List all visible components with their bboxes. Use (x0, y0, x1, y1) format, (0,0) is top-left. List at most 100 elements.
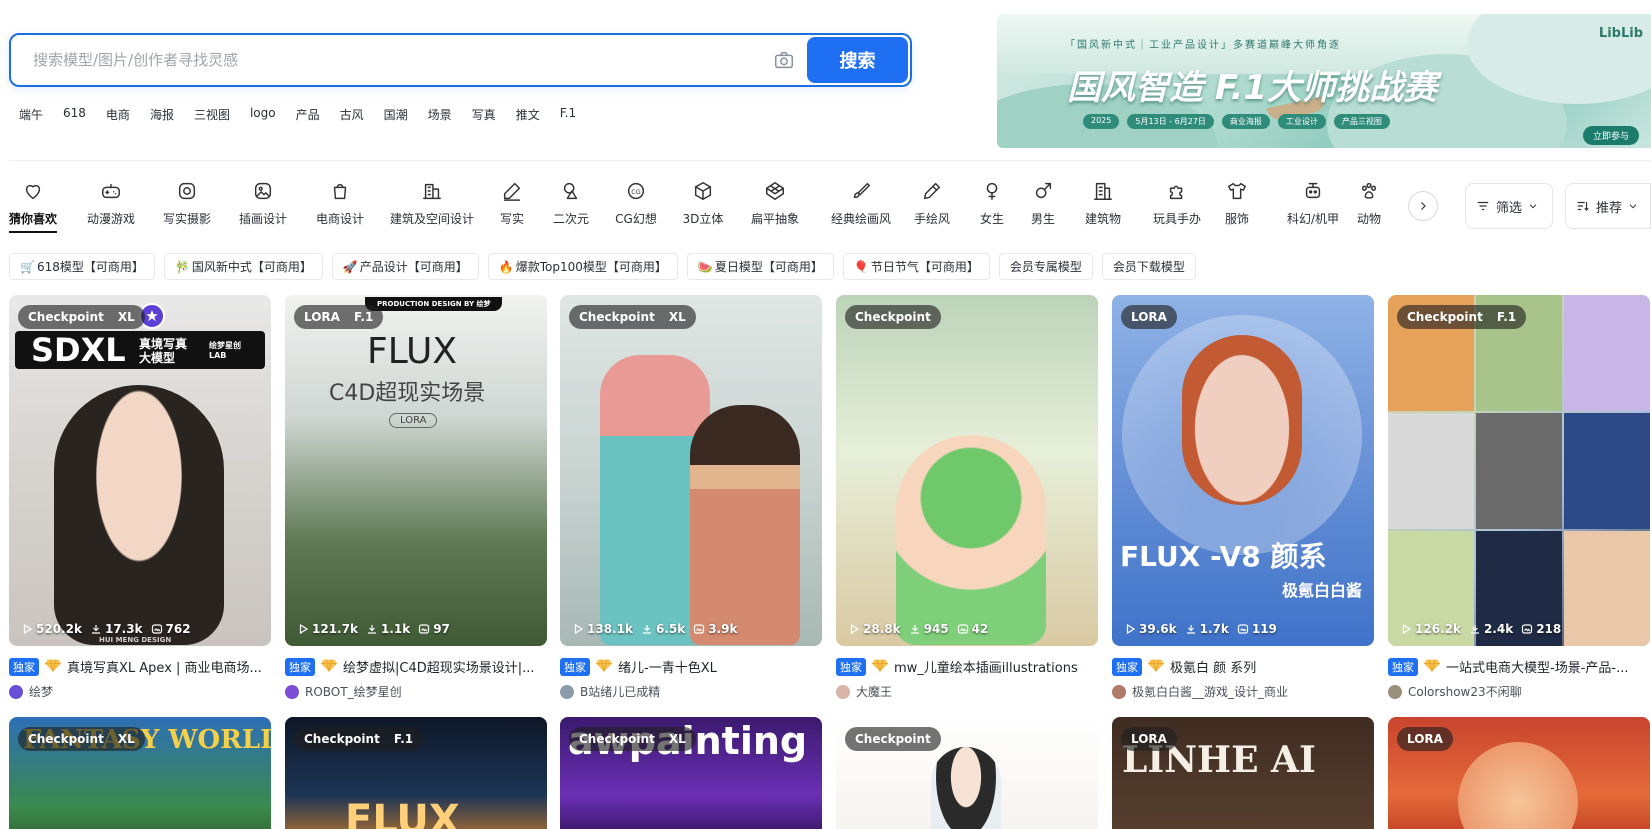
promo-banner[interactable]: 「国风新中式｜工业产品设计」多赛道巅峰大师角逐 国风智造 F.1大师挑战赛 20… (997, 14, 1651, 148)
category-tab[interactable]: 手绘风 (913, 176, 951, 227)
avatar (1388, 684, 1402, 699)
cover-title: FLUX -V8 颜系 (1120, 540, 1327, 573)
quick-tag[interactable]: 🛒 618模型【可商用】 (9, 253, 155, 280)
sort-button[interactable]: 推荐 (1565, 183, 1651, 229)
category-tab[interactable]: 男生 (1030, 176, 1056, 227)
model-card[interactable]: Checkpoint XL 138.1k 6.5k 3.9k 独家 绪儿-一青十色XL B站绪… (560, 295, 822, 700)
category-tab[interactable]: 插画设计 (236, 176, 290, 227)
model-cover-image[interactable]: PRODUCTION DESIGN BY 绘梦 FLUX C4D超现实场景 LORA L… (285, 295, 547, 646)
model-card[interactable]: LORA (1388, 717, 1650, 829)
quick-tag[interactable]: 🔥 爆款Top100模型【可商用】 (487, 253, 678, 280)
model-cover-image[interactable]: awpaintingCheckpointXL (560, 717, 822, 829)
quick-tag[interactable]: 会员下载模型 (1101, 253, 1196, 280)
model-title-row[interactable]: 独家 绘梦虚拟|C4D超现实场景设计|... (285, 657, 547, 676)
model-card[interactable]: SDXL 真境写真 大模型 绘梦星创 LAB HUI MENG DESIGN Check… (9, 295, 271, 700)
model-card[interactable]: FLUX Checkpoint F.1 (285, 717, 547, 829)
model-author[interactable]: ROBOT_绘梦星创 (285, 683, 547, 700)
hot-word[interactable]: 618 (63, 106, 86, 123)
model-author[interactable]: B站绪儿已成精 (560, 683, 822, 700)
quick-tag[interactable]: 🚀 产品设计【可商用】 (331, 253, 479, 280)
category-tab[interactable]: 猜你喜欢 (9, 176, 57, 233)
hot-word[interactable]: 产品 (296, 106, 320, 123)
quick-tag[interactable]: 🍉 夏日模型【可商用】 (686, 253, 834, 280)
model-card[interactable]: Checkpoint (836, 717, 1098, 829)
model-title-row[interactable]: 独家 一站式电商大模型-场景-产品-... (1388, 657, 1650, 676)
camera-search-icon[interactable] (773, 49, 795, 71)
model-author[interactable]: 大魔王 (836, 683, 1098, 700)
image-gen-icon (1522, 624, 1533, 634)
robot-icon (1305, 182, 1321, 199)
cover-collage-tile (1564, 531, 1650, 646)
model-cover-image[interactable]: LINHE AI LORA (1112, 717, 1374, 829)
model-title-row[interactable]: 独家 真境写真XL Apex | 商业电商场... (9, 657, 271, 676)
category-next-button[interactable] (1408, 191, 1438, 221)
hot-word[interactable]: 海报 (150, 106, 174, 123)
model-cover-image[interactable]: Checkpoint (836, 717, 1098, 829)
model-cover-image[interactable]: FANTASY WORLD Checkpoint XL (9, 717, 271, 829)
category-tab[interactable]: 3D立体 (682, 176, 724, 227)
hot-word[interactable]: 电商 (106, 106, 130, 123)
model-card[interactable]: LINHE AI LORA (1112, 717, 1374, 829)
category-label: 女生 (979, 212, 1004, 226)
category-tab[interactable]: 玩具手办 (1151, 176, 1203, 227)
category-tab[interactable]: 经典绘画风 (827, 176, 895, 227)
stat-downloads: 945 (909, 622, 949, 636)
banner-cta-button[interactable]: 立即参与 (1582, 126, 1639, 145)
author-name: 大魔王 (856, 685, 893, 699)
category-tab[interactable]: 电商设计 (313, 176, 367, 227)
model-author[interactable]: 绘梦 (9, 683, 271, 700)
category-tab[interactable]: 二次元 (551, 176, 591, 227)
category-tab[interactable]: 建筑及空间设计 (389, 176, 475, 227)
hot-word[interactable]: 端午 (19, 106, 43, 123)
quick-tag[interactable]: 会员专属模型 (998, 253, 1093, 280)
category-tab[interactable]: 科幻/机甲 (1284, 176, 1342, 227)
category-tab[interactable]: CG CG幻想 (614, 176, 658, 227)
model-title-row[interactable]: 独家 绪儿-一青十色XL (560, 657, 822, 676)
hot-word[interactable]: F.1 (560, 106, 576, 123)
model-card[interactable]: FLUX -V8 颜系 极氪白白酱 LORA 39.6k 1.7k 119 独家 极氪白 颜 … (1112, 295, 1374, 700)
filter-button[interactable]: 筛选 (1465, 183, 1553, 229)
model-title-row[interactable]: 独家 极氪白 颜 系列 (1112, 657, 1374, 676)
model-cover-image[interactable]: SDXL 真境写真 大模型 绘梦星创 LAB HUI MENG DESIGN Check… (9, 295, 271, 646)
category-tab[interactable]: 建筑物 (1082, 176, 1124, 227)
model-card[interactable]: PRODUCTION DESIGN BY 绘梦 FLUX C4D超现实场景 LORA L… (285, 295, 547, 700)
banner-tag: 产品三视图 (1333, 114, 1390, 129)
category-tab[interactable]: 写实 (498, 176, 526, 227)
brush-icon (853, 182, 870, 199)
search-input[interactable] (33, 47, 753, 73)
model-title-row[interactable]: 独家 mw_儿童绘本插画illustrations (836, 657, 1098, 676)
hot-word[interactable]: 三视图 (194, 106, 230, 123)
hot-word[interactable]: 场景 (428, 106, 452, 123)
tag-label: 产品设计【可商用】 (359, 260, 468, 274)
model-card[interactable]: Checkpoint F.1 126.2k 2.4k 218 独家 一站式电商大模型-场景-… (1388, 295, 1650, 700)
category-tab[interactable]: 动物 (1355, 176, 1383, 227)
search-button[interactable]: 搜索 (807, 37, 908, 83)
hot-word[interactable]: 国潮 (384, 106, 408, 123)
category-tab[interactable]: 写实摄影 (160, 176, 214, 227)
model-cover-image[interactable]: FLUX Checkpoint F.1 (285, 717, 547, 829)
model-card[interactable]: awpaintingCheckpointXL (560, 717, 822, 829)
hot-word[interactable]: 写真 (472, 106, 496, 123)
model-author[interactable]: Colorshow23不闲聊 (1388, 683, 1650, 700)
hot-word[interactable]: logo (250, 106, 276, 123)
model-type: Checkpoint (304, 732, 380, 746)
model-card[interactable]: Checkpoint 28.8k 945 42 独家 mw_儿童绘本插画illustrat… (836, 295, 1098, 700)
category-tab[interactable]: 扁平抽象 (749, 176, 801, 227)
category-tab[interactable]: 女生 (979, 176, 1005, 227)
base-model: F.1 (393, 732, 414, 746)
model-cover-image[interactable]: LORA (1388, 717, 1650, 829)
model-card[interactable]: FANTASY WORLD Checkpoint XL (9, 717, 271, 829)
model-cover-image[interactable]: Checkpoint F.1 126.2k 2.4k 218 (1388, 295, 1650, 646)
model-cover-image[interactable]: Checkpoint XL 138.1k 6.5k 3.9k (560, 295, 822, 646)
hot-word[interactable]: 推文 (516, 106, 540, 123)
model-cover-image[interactable]: FLUX -V8 颜系 极氪白白酱 LORA 39.6k 1.7k 119 (1112, 295, 1374, 646)
model-author[interactable]: 极氪白白酱__游戏_设计_商业 (1112, 683, 1374, 700)
model-cover-image[interactable]: Checkpoint 28.8k 945 42 (836, 295, 1098, 646)
category-label: 科幻/机甲 (1286, 212, 1340, 226)
quick-tag[interactable]: 🎋 国风新中式【可商用】 (163, 253, 323, 280)
category-tab[interactable]: 服饰 (1224, 176, 1250, 227)
quick-tag[interactable]: 🎈 节日节气【可商用】 (842, 253, 990, 280)
category-tab[interactable]: 动漫游戏 (84, 176, 138, 227)
banner-tags: 2025 5月13日 - 6月27日 商业海报 工业设计 产品三视图 (1083, 114, 1390, 129)
hot-word[interactable]: 古风 (340, 106, 364, 123)
